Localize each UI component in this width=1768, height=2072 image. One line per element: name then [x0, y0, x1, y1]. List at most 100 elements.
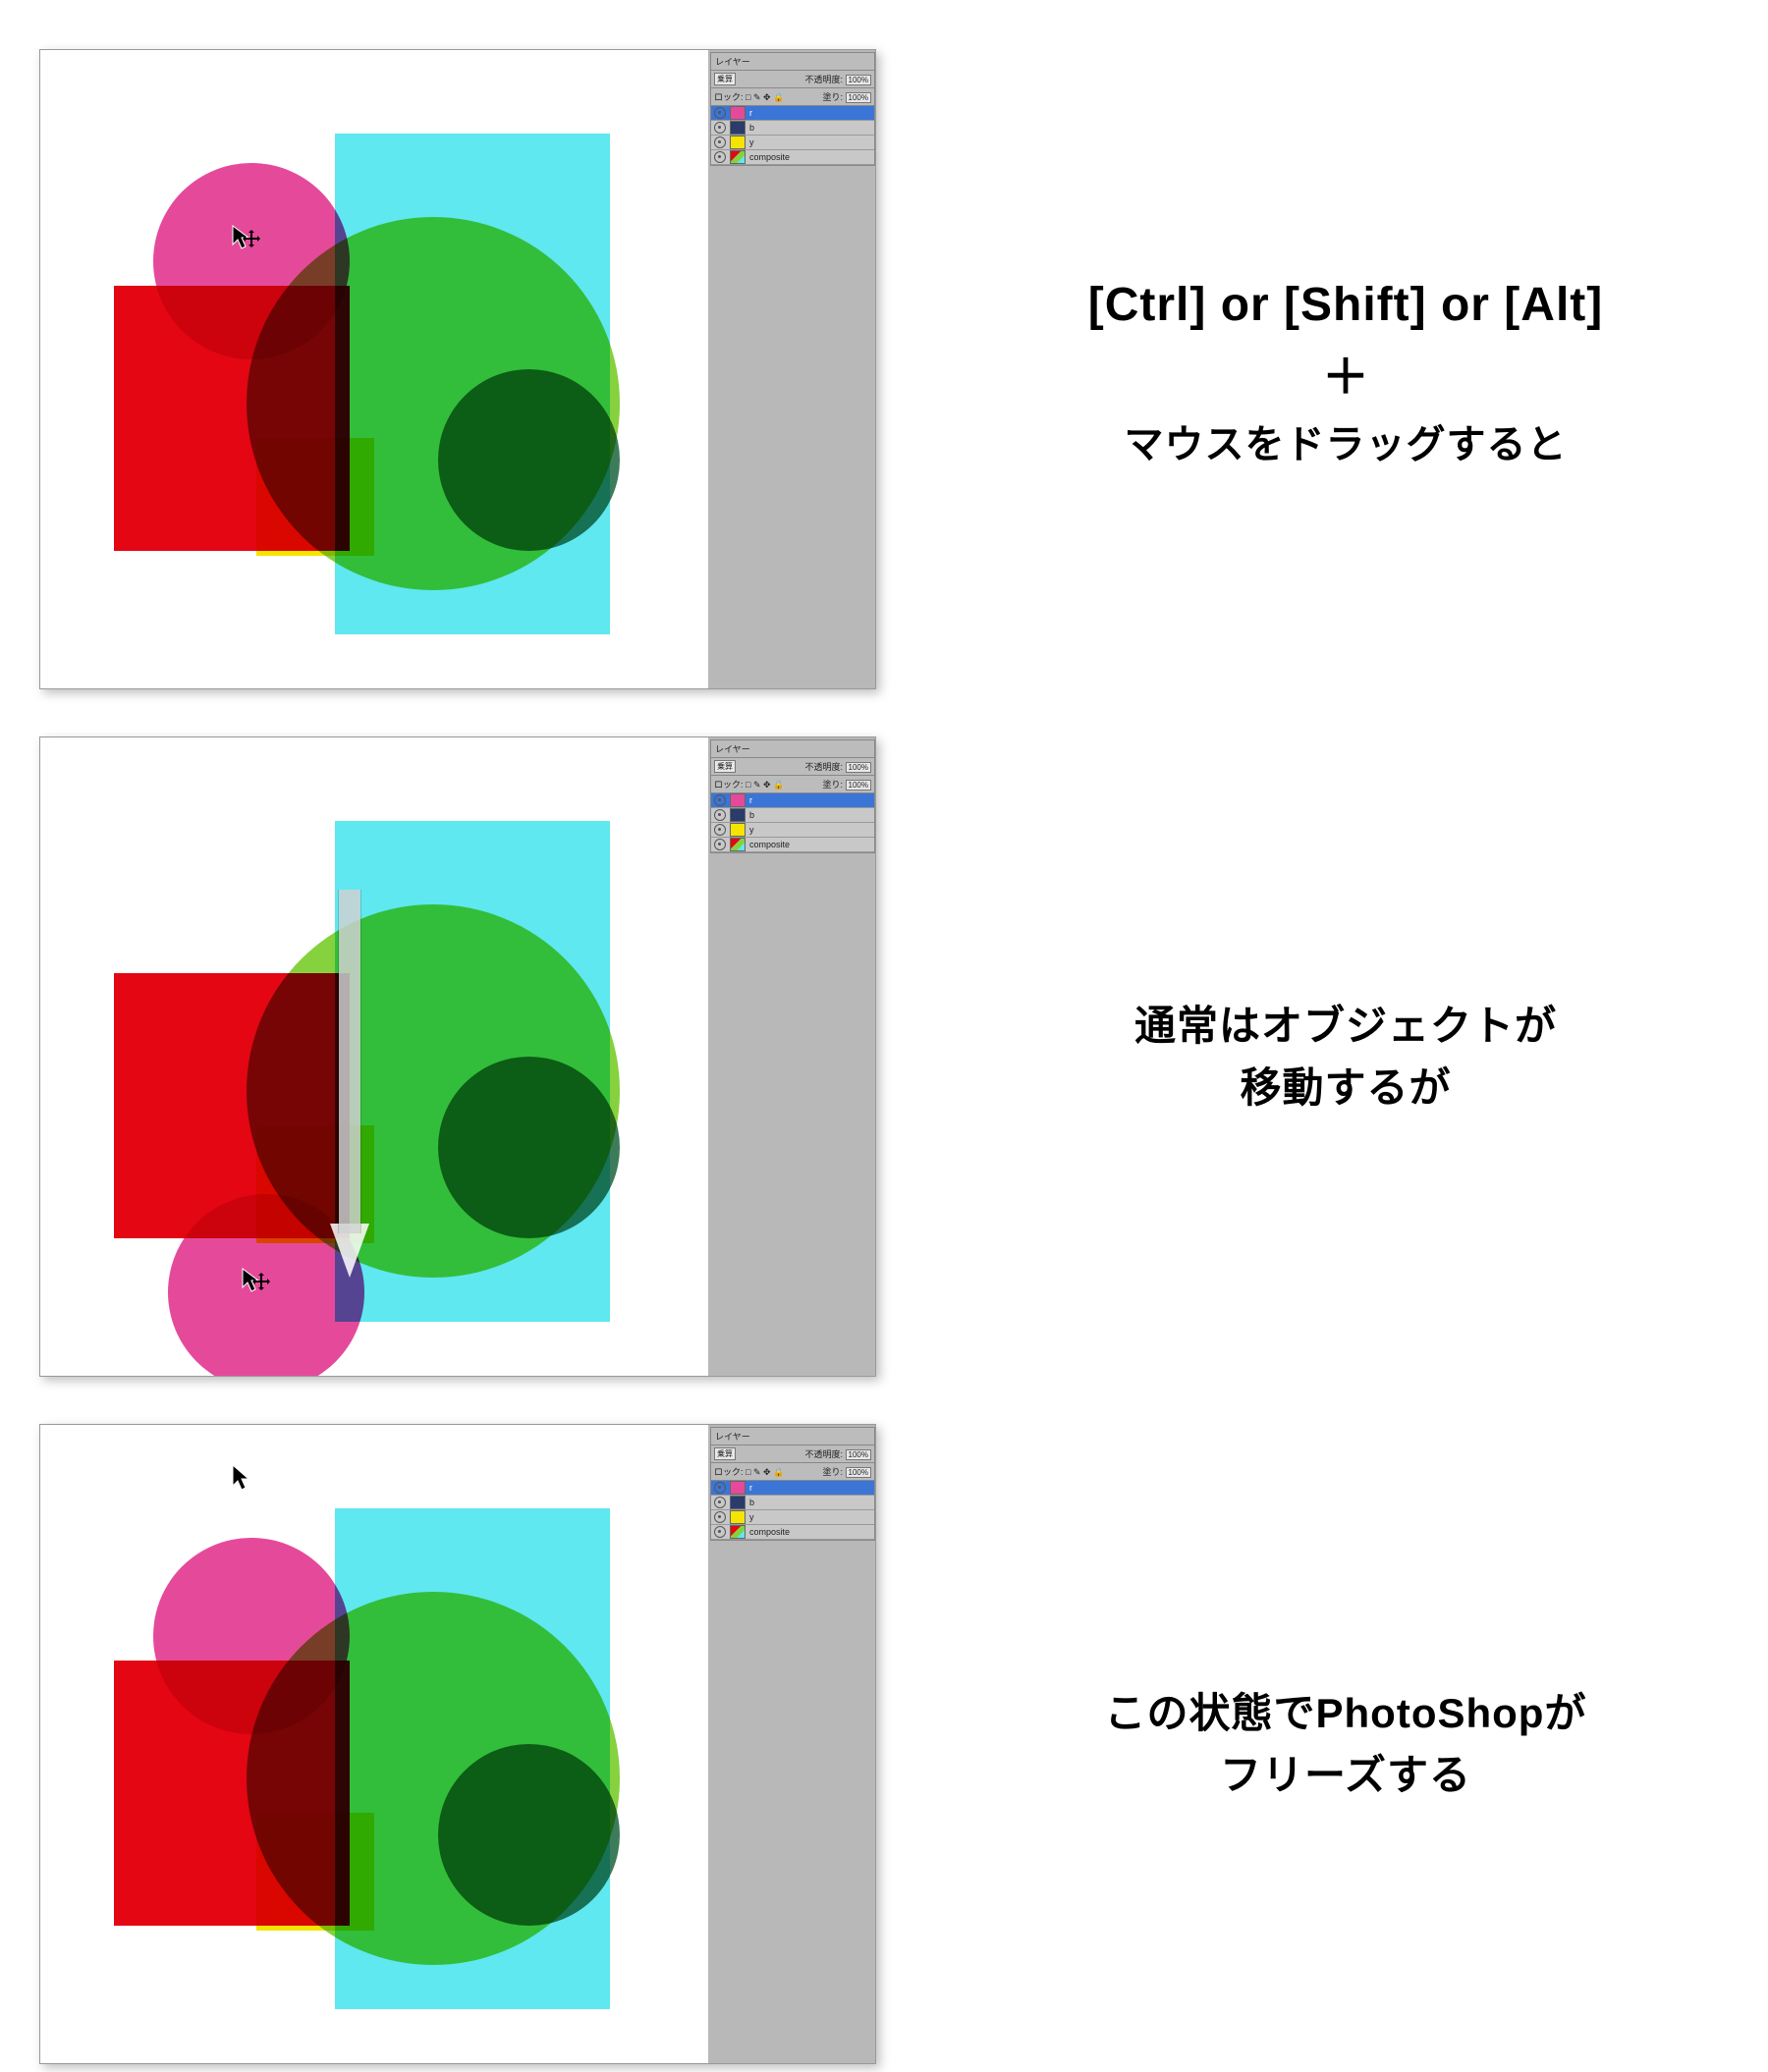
visibility-icon[interactable] — [714, 1482, 726, 1494]
opacity-value[interactable]: 100% — [846, 762, 871, 773]
layers-panel[interactable]: レイヤー 乗算 不透明度: 100% ロック: □ ✎ ✥ 🔒 塗り: 100%… — [708, 737, 875, 1376]
layer-name: y — [749, 137, 754, 147]
visibility-icon[interactable] — [714, 1497, 726, 1508]
screenshot-3: レイヤー 乗算 不透明度: 100% ロック: □ ✎ ✥ 🔒 塗り: 100%… — [39, 1424, 884, 2072]
visibility-icon[interactable] — [714, 824, 726, 836]
blend-mode-select[interactable]: 乗算 — [714, 73, 736, 85]
layer-name: r — [749, 108, 752, 118]
layer-row[interactable]: y — [711, 136, 874, 150]
visibility-icon[interactable] — [714, 136, 726, 148]
layer-row-selected[interactable]: r — [711, 106, 874, 121]
layer-row-selected[interactable]: r — [711, 793, 874, 808]
row-2: レイヤー 乗算 不透明度: 100% ロック: □ ✎ ✥ 🔒 塗り: 100%… — [39, 736, 1729, 1385]
layers-panel[interactable]: レイヤー 乗算 不透明度: 100% ロック: □ ✎ ✥ 🔒 塗り: 100%… — [708, 50, 875, 688]
shape-darkgreen-circle[interactable] — [438, 1057, 620, 1238]
opacity-label: 不透明度: — [805, 75, 844, 84]
layer-name: y — [749, 1512, 754, 1522]
layer-name: composite — [749, 1527, 790, 1537]
layer-thumb-icon — [730, 808, 746, 822]
layer-row[interactable]: composite — [711, 838, 874, 852]
shape-darkgreen-circle[interactable] — [438, 369, 620, 551]
layer-thumb-icon — [730, 121, 746, 135]
layer-thumb-icon — [730, 106, 746, 120]
caption-line: フリーズする — [963, 1748, 1729, 1804]
screenshot-1: レイヤー 乗算 不透明度: 100% ロック: □ ✎ ✥ 🔒 塗り: 100%… — [39, 49, 884, 697]
caption-2: 通常はオブジェクトが 移動するが — [884, 999, 1729, 1121]
move-cursor-icon — [242, 1268, 275, 1295]
layer-thumb-icon — [730, 1496, 746, 1509]
layer-name: b — [749, 810, 754, 820]
shape-magenta-circle[interactable] — [153, 163, 350, 359]
fill-label: 塗り: — [823, 1467, 844, 1477]
shape-darkgreen-circle[interactable] — [438, 1744, 620, 1926]
visibility-icon[interactable] — [714, 809, 726, 821]
canvas-area[interactable] — [40, 1425, 708, 2063]
caption-line: 移動するが — [963, 1061, 1729, 1117]
layer-thumb-icon — [730, 838, 746, 851]
arrow-cursor-icon — [232, 1464, 251, 1490]
fill-value[interactable]: 100% — [846, 92, 871, 103]
panel-tab-layers[interactable]: レイヤー — [711, 53, 874, 71]
page: レイヤー 乗算 不透明度: 100% ロック: □ ✎ ✥ 🔒 塗り: 100%… — [0, 0, 1768, 2062]
layer-name: y — [749, 825, 754, 835]
layer-row[interactable]: composite — [711, 1525, 874, 1540]
panel-tab-layers[interactable]: レイヤー — [711, 740, 874, 758]
layer-name: r — [749, 795, 752, 805]
fill-label: 塗り: — [823, 780, 844, 790]
lock-label: ロック: — [714, 1467, 744, 1477]
row-3: レイヤー 乗算 不透明度: 100% ロック: □ ✎ ✥ 🔒 塗り: 100%… — [39, 1424, 1729, 2072]
visibility-icon[interactable] — [714, 122, 726, 134]
panel-tab-layers[interactable]: レイヤー — [711, 1428, 874, 1445]
panel-blend-row: 乗算 不透明度: 100% — [711, 71, 874, 88]
layer-row[interactable]: b — [711, 808, 874, 823]
lock-label: ロック: — [714, 780, 744, 790]
layer-row-selected[interactable]: r — [711, 1481, 874, 1496]
visibility-icon[interactable] — [714, 839, 726, 850]
blend-mode-select[interactable]: 乗算 — [714, 1447, 736, 1460]
move-cursor-icon — [232, 225, 265, 252]
layer-name: composite — [749, 152, 790, 162]
layer-row[interactable]: composite — [711, 150, 874, 165]
visibility-icon[interactable] — [714, 107, 726, 119]
shape-magenta-circle[interactable] — [153, 1538, 350, 1734]
layer-name: composite — [749, 840, 790, 849]
caption-line: 通常はオブジェクトが — [963, 999, 1729, 1055]
screenshot-2: レイヤー 乗算 不透明度: 100% ロック: □ ✎ ✥ 🔒 塗り: 100%… — [39, 736, 884, 1385]
visibility-icon[interactable] — [714, 151, 726, 163]
layer-thumb-icon — [730, 150, 746, 164]
layer-row[interactable]: b — [711, 121, 874, 136]
caption-3: この状態でPhotoShopが フリーズする — [884, 1686, 1729, 1809]
fill-label: 塗り: — [823, 92, 844, 102]
canvas-area[interactable] — [40, 737, 708, 1376]
layer-thumb-icon — [730, 1525, 746, 1539]
caption-line: この状態でPhotoShopが — [963, 1686, 1729, 1742]
layer-thumb-icon — [730, 136, 746, 149]
lock-label: ロック: — [714, 92, 744, 102]
shape-red-rect[interactable] — [114, 973, 350, 1238]
visibility-icon[interactable] — [714, 794, 726, 806]
layer-name: b — [749, 123, 754, 133]
visibility-icon[interactable] — [714, 1526, 726, 1538]
layer-row[interactable]: y — [711, 823, 874, 838]
layer-row[interactable]: y — [711, 1510, 874, 1525]
layer-thumb-icon — [730, 793, 746, 807]
blend-mode-select[interactable]: 乗算 — [714, 760, 736, 773]
opacity-label: 不透明度: — [805, 762, 844, 772]
caption-1: [Ctrl] or [Shift] or [Alt] ＋ マウスをドラッグすると — [884, 278, 1729, 469]
layer-thumb-icon — [730, 1510, 746, 1524]
opacity-value[interactable]: 100% — [846, 1449, 871, 1460]
layer-thumb-icon — [730, 1481, 746, 1495]
panel-lock-row: ロック: □ ✎ ✥ 🔒 塗り: 100% — [711, 776, 874, 793]
panel-blend-row: 乗算 不透明度: 100% — [711, 758, 874, 776]
caption-line: マウスをドラッグすると — [963, 412, 1729, 469]
panel-lock-row: ロック: □ ✎ ✥ 🔒 塗り: 100% — [711, 88, 874, 106]
plus-icon: ＋ — [963, 338, 1729, 407]
fill-value[interactable]: 100% — [846, 1467, 871, 1478]
canvas-area[interactable] — [40, 50, 708, 688]
layer-thumb-icon — [730, 823, 746, 837]
layers-panel[interactable]: レイヤー 乗算 不透明度: 100% ロック: □ ✎ ✥ 🔒 塗り: 100%… — [708, 1425, 875, 2063]
opacity-value[interactable]: 100% — [846, 75, 871, 85]
visibility-icon[interactable] — [714, 1511, 726, 1523]
layer-row[interactable]: b — [711, 1496, 874, 1510]
fill-value[interactable]: 100% — [846, 780, 871, 791]
